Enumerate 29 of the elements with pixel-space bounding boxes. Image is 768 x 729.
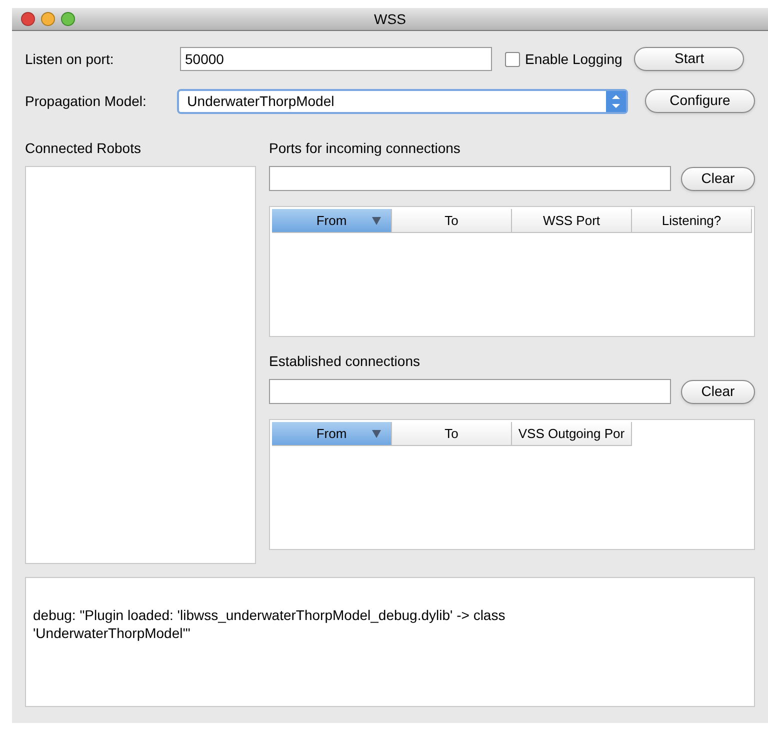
log-text: debug: "Plugin loaded: 'libwss_underwaterThorpModel_debug.dylib' -> class 'UnderwaterThorpModel'" — [33, 606, 506, 642]
sort-arrow-icon — [372, 430, 381, 438]
push-button[interactable]: Clear — [681, 380, 755, 404]
field-label: Propagation Model: — [25, 92, 148, 111]
section-title: Ports for incoming connections — [269, 139, 462, 158]
column-header[interactable]: VSS Outgoing Por — [512, 422, 632, 446]
column-header[interactable]: To — [392, 422, 512, 446]
push-button[interactable]: Clear — [681, 166, 755, 190]
dropdown-arrows-icon — [606, 90, 626, 112]
column-header[interactable]: To — [392, 209, 512, 233]
field-label: Listen on port: — [25, 50, 115, 69]
close-icon[interactable] — [21, 12, 35, 26]
column-header[interactable]: Listening? — [632, 209, 752, 233]
zoom-icon[interactable] — [61, 12, 75, 26]
column-header[interactable]: WSS Port — [512, 209, 632, 233]
sort-arrow-icon — [372, 216, 381, 224]
logging-checkbox[interactable]: Enable Logging — [505, 48, 622, 70]
push-button[interactable]: Start — [634, 46, 744, 71]
filter-field[interactable] — [269, 166, 671, 191]
minimize-icon[interactable] — [41, 12, 55, 26]
filter-field[interactable] — [269, 379, 671, 404]
column-header[interactable]: From — [272, 422, 392, 446]
window-title: WSS — [374, 10, 406, 28]
port-field[interactable]: 50000 — [180, 47, 492, 71]
push-button[interactable]: Configure — [645, 88, 755, 113]
section-title: Established connections — [269, 352, 421, 371]
column-header[interactable]: From — [272, 209, 392, 233]
model-dropdown[interactable]: UnderwaterThorpModel — [177, 88, 628, 114]
section-title: Connected Robots — [25, 139, 142, 158]
